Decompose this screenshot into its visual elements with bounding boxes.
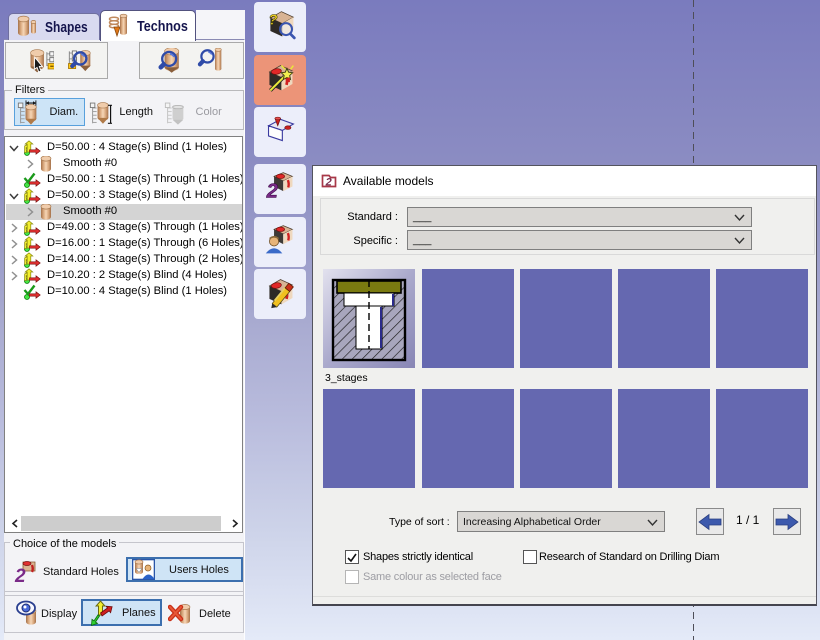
- svg-text:?: ?: [268, 13, 277, 29]
- svg-text:2: 2: [265, 181, 278, 203]
- svg-text:2: 2: [14, 566, 26, 585]
- svg-text:2: 2: [325, 177, 332, 189]
